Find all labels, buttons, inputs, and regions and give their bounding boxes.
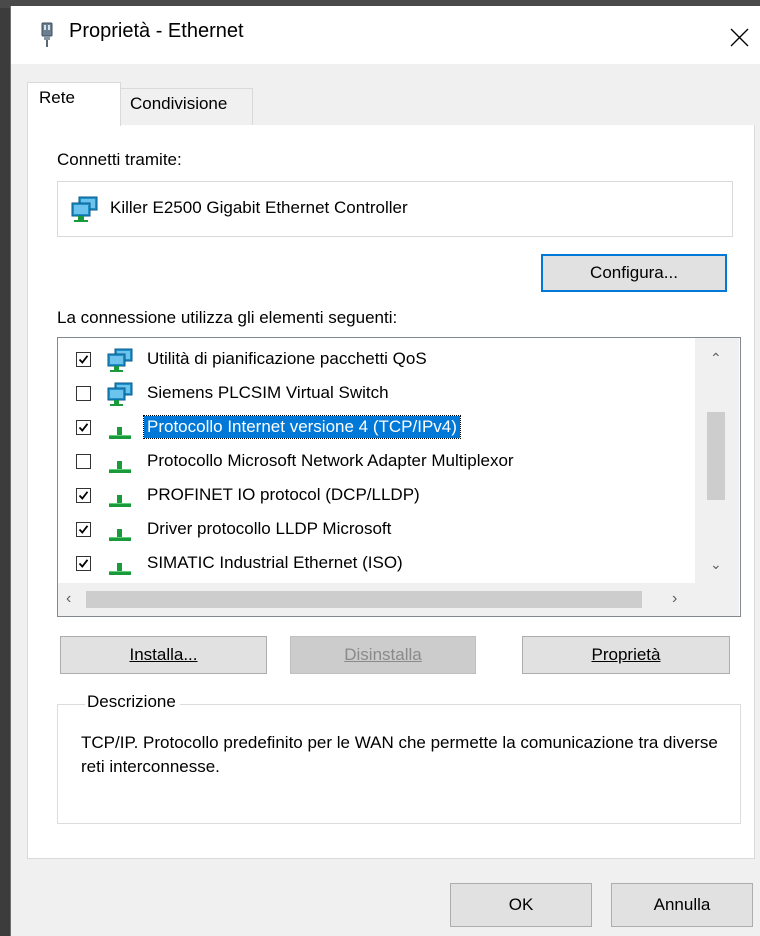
adapter-box: Killer E2500 Gigabit Ethernet Controller xyxy=(57,181,733,237)
cancel-button[interactable]: Annulla xyxy=(611,883,753,927)
description-text: TCP/IP. Protocollo predefinito per le WA… xyxy=(81,733,718,776)
ok-button-label: OK xyxy=(508,895,534,914)
properties-dialog: Proprietà - Ethernet Condivisione Rete C… xyxy=(10,6,760,936)
network-adapter-icon xyxy=(106,347,134,373)
list-item[interactable]: Siemens PLCSIM Virtual Switch xyxy=(58,378,698,410)
scroll-down-icon[interactable]: ⌄ xyxy=(710,556,722,573)
checkmark-icon xyxy=(78,355,89,364)
checkmark-icon xyxy=(78,423,89,432)
protocol-icon xyxy=(106,517,134,543)
scroll-up-icon[interactable]: ⌃ xyxy=(710,350,722,367)
title-bar[interactable]: Proprietà - Ethernet xyxy=(11,6,760,64)
close-button[interactable] xyxy=(711,10,760,60)
network-cable-icon xyxy=(37,22,57,48)
connect-via-label: Connetti tramite: xyxy=(57,150,182,169)
list-item-label: Driver protocollo LLDP Microsoft xyxy=(147,519,392,538)
scroll-right-icon[interactable]: › xyxy=(672,590,677,608)
list-item[interactable]: Protocollo Internet versione 4 (TCP/IPv4… xyxy=(58,412,698,444)
list-item[interactable]: Protocollo Microsoft Network Adapter Mul… xyxy=(58,446,698,478)
vertical-scrollbar[interactable]: ⌃ ⌄ xyxy=(695,338,739,583)
tab-condivisione-label: Condivisione xyxy=(130,94,228,113)
network-adapter-icon xyxy=(106,381,134,407)
list-item-label: Protocollo Microsoft Network Adapter Mul… xyxy=(147,451,514,470)
scroll-left-icon[interactable]: ‹ xyxy=(66,590,71,608)
list-item[interactable]: SIMATIC Industrial Ethernet (ISO) xyxy=(58,548,698,580)
uninstall-button[interactable]: Disinstalla xyxy=(290,636,476,674)
window-title: Proprietà - Ethernet xyxy=(69,20,244,42)
horizontal-scroll-thumb[interactable] xyxy=(86,591,642,608)
list-item-label: Protocollo Internet versione 4 (TCP/IPv4… xyxy=(143,415,461,439)
horizontal-scrollbar[interactable]: ‹ › xyxy=(58,583,739,616)
tab-rete[interactable]: Rete xyxy=(27,82,121,126)
tab-condivisione[interactable]: Condivisione xyxy=(120,88,253,125)
checkmark-icon xyxy=(78,559,89,568)
item-checkbox[interactable] xyxy=(76,420,91,435)
protocol-icon xyxy=(106,483,134,509)
ok-button[interactable]: OK xyxy=(450,883,592,927)
list-item-label: SIMATIC Industrial Ethernet (ISO) xyxy=(147,553,403,572)
item-checkbox[interactable] xyxy=(76,454,91,469)
list-item-label: Siemens PLCSIM Virtual Switch xyxy=(147,383,389,402)
vertical-scroll-thumb[interactable] xyxy=(707,412,725,500)
item-checkbox[interactable] xyxy=(76,352,91,367)
checkmark-icon xyxy=(78,525,89,534)
configure-button-label: Configura... xyxy=(590,263,678,282)
protocol-icon xyxy=(106,449,134,475)
item-checkbox[interactable] xyxy=(76,386,91,401)
network-adapter-icon xyxy=(70,195,100,228)
cancel-button-label: Annulla xyxy=(653,895,711,914)
item-checkbox[interactable] xyxy=(76,488,91,503)
install-button[interactable]: Installa... xyxy=(60,636,267,674)
properties-button-label: Proprietà xyxy=(591,645,661,664)
description-legend: Descrizione xyxy=(85,692,180,712)
close-icon xyxy=(730,28,749,47)
adapter-name: Killer E2500 Gigabit Ethernet Controller xyxy=(110,198,408,217)
protocol-icon xyxy=(106,551,134,577)
properties-button[interactable]: Proprietà xyxy=(522,636,730,674)
item-checkbox[interactable] xyxy=(76,556,91,571)
list-item-label: PROFINET IO protocol (DCP/LLDP) xyxy=(147,485,420,504)
list-item[interactable]: Utilità di pianificazione pacchetti QoS xyxy=(58,344,698,376)
uninstall-button-label: Disinstalla xyxy=(344,645,422,664)
tab-rete-label: Rete xyxy=(39,88,75,107)
list-item[interactable]: PROFINET IO protocol (DCP/LLDP) xyxy=(58,480,698,512)
install-button-label: Installa... xyxy=(129,645,198,664)
list-item[interactable]: Driver protocollo LLDP Microsoft xyxy=(58,514,698,546)
list-item-label: Utilità di pianificazione pacchetti QoS xyxy=(147,349,427,368)
checkmark-icon xyxy=(78,491,89,500)
components-label: La connessione utilizza gli elementi seg… xyxy=(57,308,398,327)
protocol-icon xyxy=(106,415,134,441)
components-list[interactable]: Utilità di pianificazione pacchetti QoS S… xyxy=(57,337,741,617)
configure-button[interactable]: Configura... xyxy=(541,254,727,292)
item-checkbox[interactable] xyxy=(76,522,91,537)
